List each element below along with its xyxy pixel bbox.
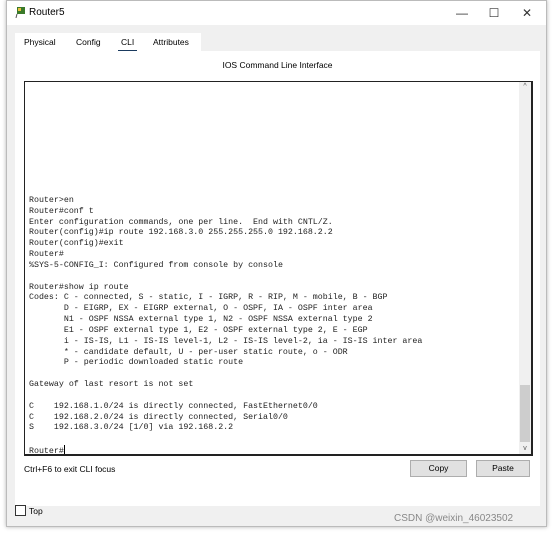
- cli-terminal[interactable]: Router>en Router#conf t Enter configurat…: [24, 81, 533, 456]
- title-bar: Router5 — ☐ ✕: [7, 1, 546, 25]
- terminal-line: %SYS-5-CONFIG_I: Configured from console…: [29, 260, 283, 270]
- tab-bar: Physical Config CLI Attributes: [15, 33, 201, 53]
- tab-cli[interactable]: CLI: [117, 37, 138, 53]
- terminal-output: Router>en Router#conf t Enter configurat…: [29, 196, 423, 456]
- terminal-line: P - periodic downloaded static route: [63, 358, 244, 368]
- scrollbar[interactable]: ^ v: [519, 82, 531, 454]
- terminal-line: i - IS-IS, L1 - IS-IS level-1, L2 - IS-I…: [63, 336, 423, 346]
- top-checkbox[interactable]: [15, 505, 26, 516]
- scroll-up-icon[interactable]: ^: [519, 83, 531, 90]
- terminal-line: * - candidate default, U - per-user stat…: [63, 347, 348, 357]
- tab-attributes[interactable]: Attributes: [153, 37, 189, 47]
- text-cursor: [63, 445, 65, 454]
- cli-header: IOS Command Line Interface: [222, 60, 333, 70]
- cli-focus-hint: Ctrl+F6 to exit CLI focus: [24, 464, 116, 474]
- tab-physical[interactable]: Physical: [24, 37, 56, 47]
- minimize-button[interactable]: —: [447, 4, 477, 22]
- terminal-line: Gateway of last resort is not set: [29, 380, 194, 390]
- terminal-line: C 192.168.2.0/24 is directly connected, …: [29, 412, 288, 422]
- terminal-line: Router(config)#ip route 192.168.3.0 255.…: [29, 228, 333, 238]
- scroll-down-icon[interactable]: v: [519, 445, 531, 452]
- paste-button[interactable]: Paste: [476, 460, 530, 477]
- tab-config[interactable]: Config: [76, 37, 101, 47]
- watermark: CSDN @weixin_46023502: [394, 513, 514, 524]
- terminal-prompt: Router#: [29, 447, 64, 456]
- terminal-line: S 192.168.3.0/24 [1/0] via 192.168.2.2: [29, 423, 234, 433]
- terminal-line: Codes: C - connected, S - static, I - IG…: [29, 293, 388, 303]
- cli-panel: IOS Command Line Interface Router>en Rou…: [15, 51, 540, 506]
- terminal-line: Router(config)#exit: [29, 239, 124, 249]
- terminal-line: Router#show ip route: [29, 282, 129, 292]
- router-window: Router5 — ☐ ✕ Physical Config CLI Attrib…: [6, 0, 547, 527]
- router-icon: [15, 7, 25, 18]
- terminal-line: Router#: [29, 250, 64, 260]
- terminal-line: C 192.168.1.0/24 is directly connected, …: [29, 401, 318, 411]
- scrollbar-thumb[interactable]: [520, 385, 530, 442]
- terminal-line: Router#conf t: [29, 206, 94, 216]
- terminal-line: Enter configuration commands, one per li…: [29, 217, 333, 227]
- terminal-line: E1 - OSPF external type 1, E2 - OSPF ext…: [63, 325, 368, 335]
- terminal-line: N1 - OSPF NSSA external type 1, N2 - OSP…: [63, 315, 373, 325]
- close-button[interactable]: ✕: [512, 4, 542, 22]
- window-title: Router5: [29, 7, 65, 18]
- terminal-line: Router>en: [29, 196, 74, 205]
- terminal-line: D - EIGRP, EX - EIGRP external, O - OSPF…: [63, 304, 373, 314]
- top-checkbox-label: Top: [29, 506, 43, 516]
- copy-button[interactable]: Copy: [410, 460, 467, 477]
- maximize-button[interactable]: ☐: [479, 4, 509, 22]
